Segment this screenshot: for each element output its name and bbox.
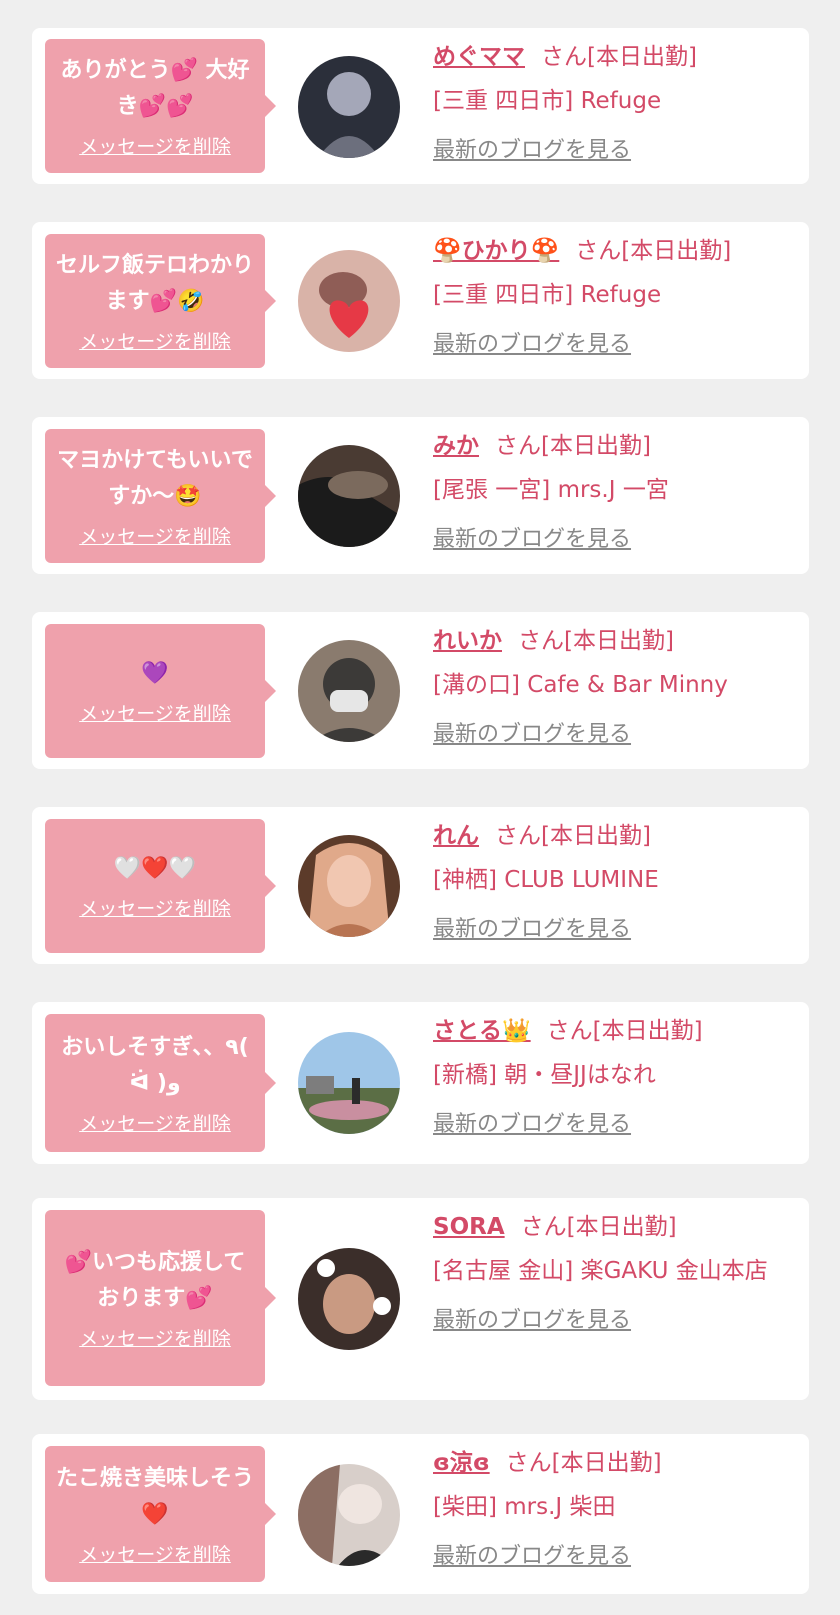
avatar[interactable] xyxy=(298,1464,400,1566)
view-blog-link[interactable]: 最新のブログを見る xyxy=(433,1110,631,1140)
shop-label: [柴田] mrs.J 柴田 xyxy=(433,1494,616,1520)
profile-name-link[interactable]: さとる👑 xyxy=(433,1018,531,1044)
avatar[interactable] xyxy=(298,1032,400,1134)
avatar-image xyxy=(298,835,400,937)
view-blog-link[interactable]: 最新のブログを見る xyxy=(433,720,631,750)
delete-message-link[interactable]: メッセージを削除 xyxy=(79,330,231,354)
status-text: さん[本日出勤] xyxy=(495,433,651,459)
avatar-image xyxy=(298,1248,400,1350)
message-text: おいしそすぎ、、٩( ᐛ )و xyxy=(61,1035,249,1096)
profile-info: れん さん[本日出勤] [神栖] CLUB LUMINE 最新のブログを見る xyxy=(433,819,793,945)
profile-name-link[interactable]: 🍄ひかり🍄 xyxy=(433,238,559,264)
message-text: マヨかけてもいいですか～🤩 xyxy=(57,448,253,509)
profile-name-link[interactable]: れん xyxy=(433,823,479,849)
message-card: マヨかけてもいいですか～🤩 メッセージを削除 みか さん[本日出勤] [尾張 一宮… xyxy=(32,417,809,574)
status-text: さん[本日出勤] xyxy=(575,238,732,264)
view-blog-link[interactable]: 最新のブログを見る xyxy=(433,1542,631,1572)
status-text: さん[本日出勤] xyxy=(546,1018,703,1044)
message-text: 💜 xyxy=(141,661,169,686)
name-line: みか さん[本日出勤] xyxy=(433,429,793,463)
avatar-image xyxy=(298,640,400,742)
shop-label: [尾張 一宮] mrs.J 一宮 xyxy=(433,477,669,503)
delete-message-link[interactable]: メッセージを削除 xyxy=(79,525,231,549)
message-list: ありがとう💕 大好き💕💕 メッセージを削除 めぐママ さん[本日出勤] [三重 四… xyxy=(0,0,840,1615)
name-line: めぐママ さん[本日出勤] xyxy=(433,40,793,74)
delete-message-link[interactable]: メッセージを削除 xyxy=(79,1112,231,1136)
shop-label: [三重 四日市] Refuge xyxy=(433,88,662,114)
avatar[interactable] xyxy=(298,445,400,547)
message-text: 🤍❤️🤍 xyxy=(113,856,197,881)
avatar[interactable] xyxy=(298,56,400,158)
message-bubble: 💜 メッセージを削除 xyxy=(45,624,276,758)
message-card: おいしそすぎ、、٩( ᐛ )و メッセージを削除 さとる👑 さん[本日出勤] [新… xyxy=(32,1002,809,1164)
status-text: さん[本日出勤] xyxy=(541,44,697,70)
delete-message-link[interactable]: メッセージを削除 xyxy=(79,1327,231,1351)
profile-info: 🍄ひかり🍄 さん[本日出勤] [三重 四日市] Refuge 最新のブログを見る xyxy=(433,234,793,360)
view-blog-link[interactable]: 最新のブログを見る xyxy=(433,330,631,360)
avatar[interactable] xyxy=(298,250,400,352)
message-text: ありがとう💕 大好き💕💕 xyxy=(60,58,250,119)
message-bubble: おいしそすぎ、、٩( ᐛ )و メッセージを削除 xyxy=(45,1014,276,1152)
message-bubble: マヨかけてもいいですか～🤩 メッセージを削除 xyxy=(45,429,276,563)
avatar-image xyxy=(298,250,400,352)
avatar-image xyxy=(298,1464,400,1566)
message-card: 🤍❤️🤍 メッセージを削除 れん さん[本日出勤] [神栖] CLUB LUMIN… xyxy=(32,807,809,964)
profile-name-link[interactable]: SORA xyxy=(433,1214,505,1240)
view-blog-link[interactable]: 最新のブログを見る xyxy=(433,915,631,945)
profile-info: めぐママ さん[本日出勤] [三重 四日市] Refuge 最新のブログを見る xyxy=(433,40,793,166)
delete-message-link[interactable]: メッセージを削除 xyxy=(79,897,231,921)
delete-message-link[interactable]: メッセージを削除 xyxy=(79,702,231,726)
shop-label: [三重 四日市] Refuge xyxy=(433,282,662,308)
avatar[interactable] xyxy=(298,640,400,742)
profile-name-link[interactable]: めぐママ xyxy=(433,44,525,70)
avatar[interactable] xyxy=(298,1248,400,1350)
profile-info: SORA さん[本日出勤] [名古屋 金山] 楽GAKU 金山本店 最新のブログを… xyxy=(433,1210,793,1336)
status-text: さん[本日出勤] xyxy=(505,1450,662,1476)
shop-label: [溝の口] Cafe & Bar Minny xyxy=(433,672,728,698)
message-bubble: たこ焼き美味しそう❤️ メッセージを削除 xyxy=(45,1446,276,1582)
status-text: さん[本日出勤] xyxy=(518,628,674,654)
message-card: 💕いつも応援しております💕 メッセージを削除 SORA さん[本日出勤] [名古屋… xyxy=(32,1198,809,1400)
message-card: ありがとう💕 大好き💕💕 メッセージを削除 めぐママ さん[本日出勤] [三重 四… xyxy=(32,28,809,184)
profile-name-link[interactable]: ɞ涼ɞ xyxy=(433,1450,490,1476)
message-bubble: 🤍❤️🤍 メッセージを削除 xyxy=(45,819,276,953)
profile-info: れいか さん[本日出勤] [溝の口] Cafe & Bar Minny 最新のブロ… xyxy=(433,624,793,750)
name-line: SORA さん[本日出勤] xyxy=(433,1210,793,1244)
name-line: さとる👑 さん[本日出勤] xyxy=(433,1014,793,1048)
view-blog-link[interactable]: 最新のブログを見る xyxy=(433,136,631,166)
name-line: れいか さん[本日出勤] xyxy=(433,624,793,658)
status-text: さん[本日出勤] xyxy=(495,823,651,849)
message-card: たこ焼き美味しそう❤️ メッセージを削除 ɞ涼ɞ さん[本日出勤] [柴田] mr… xyxy=(32,1434,809,1594)
view-blog-link[interactable]: 最新のブログを見る xyxy=(433,525,631,555)
message-card: セルフ飯テロわかります💕🤣 メッセージを削除 🍄ひかり🍄 さん[本日出勤] [三重… xyxy=(32,222,809,379)
message-card: 💜 メッセージを削除 れいか さん[本日出勤] [溝の口] Cafe & Bar … xyxy=(32,612,809,769)
avatar-image xyxy=(298,1032,400,1134)
delete-message-link[interactable]: メッセージを削除 xyxy=(79,1543,231,1567)
avatar[interactable] xyxy=(298,835,400,937)
delete-message-link[interactable]: メッセージを削除 xyxy=(79,135,231,159)
name-line: 🍄ひかり🍄 さん[本日出勤] xyxy=(433,234,793,268)
message-bubble: 💕いつも応援しております💕 メッセージを削除 xyxy=(45,1210,276,1386)
profile-info: ɞ涼ɞ さん[本日出勤] [柴田] mrs.J 柴田 最新のブログを見る xyxy=(433,1446,793,1572)
profile-name-link[interactable]: れいか xyxy=(433,628,502,654)
avatar-image xyxy=(298,445,400,547)
message-bubble: ありがとう💕 大好き💕💕 メッセージを削除 xyxy=(45,39,276,173)
view-blog-link[interactable]: 最新のブログを見る xyxy=(433,1306,631,1336)
message-text: 💕いつも応援しております💕 xyxy=(64,1250,246,1311)
shop-label: [神栖] CLUB LUMINE xyxy=(433,867,659,893)
profile-info: みか さん[本日出勤] [尾張 一宮] mrs.J 一宮 最新のブログを見る xyxy=(433,429,793,555)
message-bubble: セルフ飯テロわかります💕🤣 メッセージを削除 xyxy=(45,234,276,368)
profile-name-link[interactable]: みか xyxy=(433,433,479,459)
shop-label: [名古屋 金山] 楽GAKU 金山本店 xyxy=(433,1258,768,1284)
name-line: れん さん[本日出勤] xyxy=(433,819,793,853)
message-text: たこ焼き美味しそう❤️ xyxy=(55,1466,254,1527)
status-text: さん[本日出勤] xyxy=(520,1214,677,1240)
message-text: セルフ飯テロわかります💕🤣 xyxy=(55,253,254,314)
name-line: ɞ涼ɞ さん[本日出勤] xyxy=(433,1446,793,1480)
profile-info: さとる👑 さん[本日出勤] [新橋] 朝・昼JJはなれ 最新のブログを見る xyxy=(433,1014,793,1140)
shop-label: [新橋] 朝・昼JJはなれ xyxy=(433,1062,656,1088)
avatar-image xyxy=(298,56,400,158)
